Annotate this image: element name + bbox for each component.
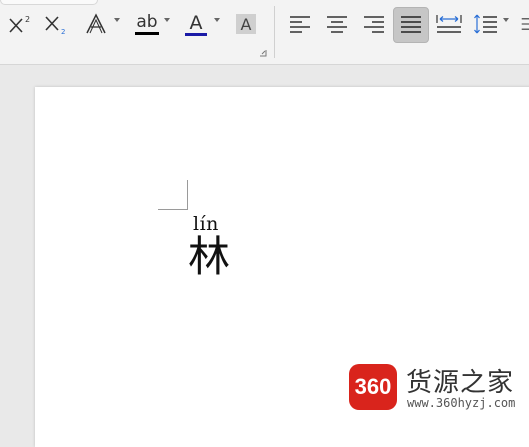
text-effect-dropdown[interactable] [114, 18, 120, 22]
watermark-logo: 360 [349, 364, 397, 410]
superscript-button[interactable]: 2 [6, 10, 34, 38]
ribbon-tab-edge [0, 0, 98, 5]
watermark-url: www.360hyzj.com [407, 396, 516, 410]
highlight-label: ab [136, 12, 158, 32]
watermark-title: 货源之家 [406, 368, 515, 398]
justify-button[interactable] [397, 10, 425, 38]
superscript-icon: 2 [9, 15, 30, 33]
line-spacing-dropdown[interactable] [503, 18, 509, 22]
watermark-badge-text: 360 [354, 374, 392, 399]
subscript-button[interactable]: 2 [42, 10, 70, 38]
highlight-button[interactable]: ab [132, 10, 162, 38]
more-icon [521, 18, 529, 30]
justify-icon [401, 16, 421, 33]
toolbar-separator [274, 6, 275, 58]
align-right-button[interactable] [360, 10, 388, 38]
align-right-icon [364, 16, 384, 33]
more-toolbar-button[interactable] [520, 10, 529, 38]
align-left-icon [290, 16, 310, 33]
font-color-label: A [189, 11, 203, 34]
highlight-dropdown[interactable] [164, 18, 170, 22]
distributed-icon [436, 15, 462, 33]
text-effect-icon [86, 13, 106, 34]
align-center-icon [327, 16, 347, 33]
subscript-icon: 2 [45, 16, 65, 35]
character-shading-button[interactable]: A [234, 10, 258, 38]
distributed-button[interactable] [435, 10, 463, 38]
svg-text:2: 2 [25, 15, 30, 24]
character-shading-label: A [236, 14, 256, 34]
font-color-bar [185, 32, 207, 36]
align-left-button[interactable] [286, 10, 314, 38]
highlight-color-bar [135, 32, 159, 35]
document-character[interactable]: 林 [188, 232, 230, 282]
font-color-button[interactable]: A [182, 10, 210, 38]
line-spacing-button[interactable] [471, 10, 499, 38]
font-dialog-launcher-icon[interactable] [259, 49, 267, 57]
svg-text:2: 2 [61, 28, 65, 35]
ribbon-toolbar: 2 2 ab A A [0, 0, 529, 65]
line-spacing-icon [474, 14, 497, 34]
align-center-button[interactable] [323, 10, 351, 38]
margin-corner-mark [158, 180, 188, 210]
font-color-dropdown[interactable] [214, 18, 220, 22]
text-effect-button[interactable] [82, 10, 110, 38]
